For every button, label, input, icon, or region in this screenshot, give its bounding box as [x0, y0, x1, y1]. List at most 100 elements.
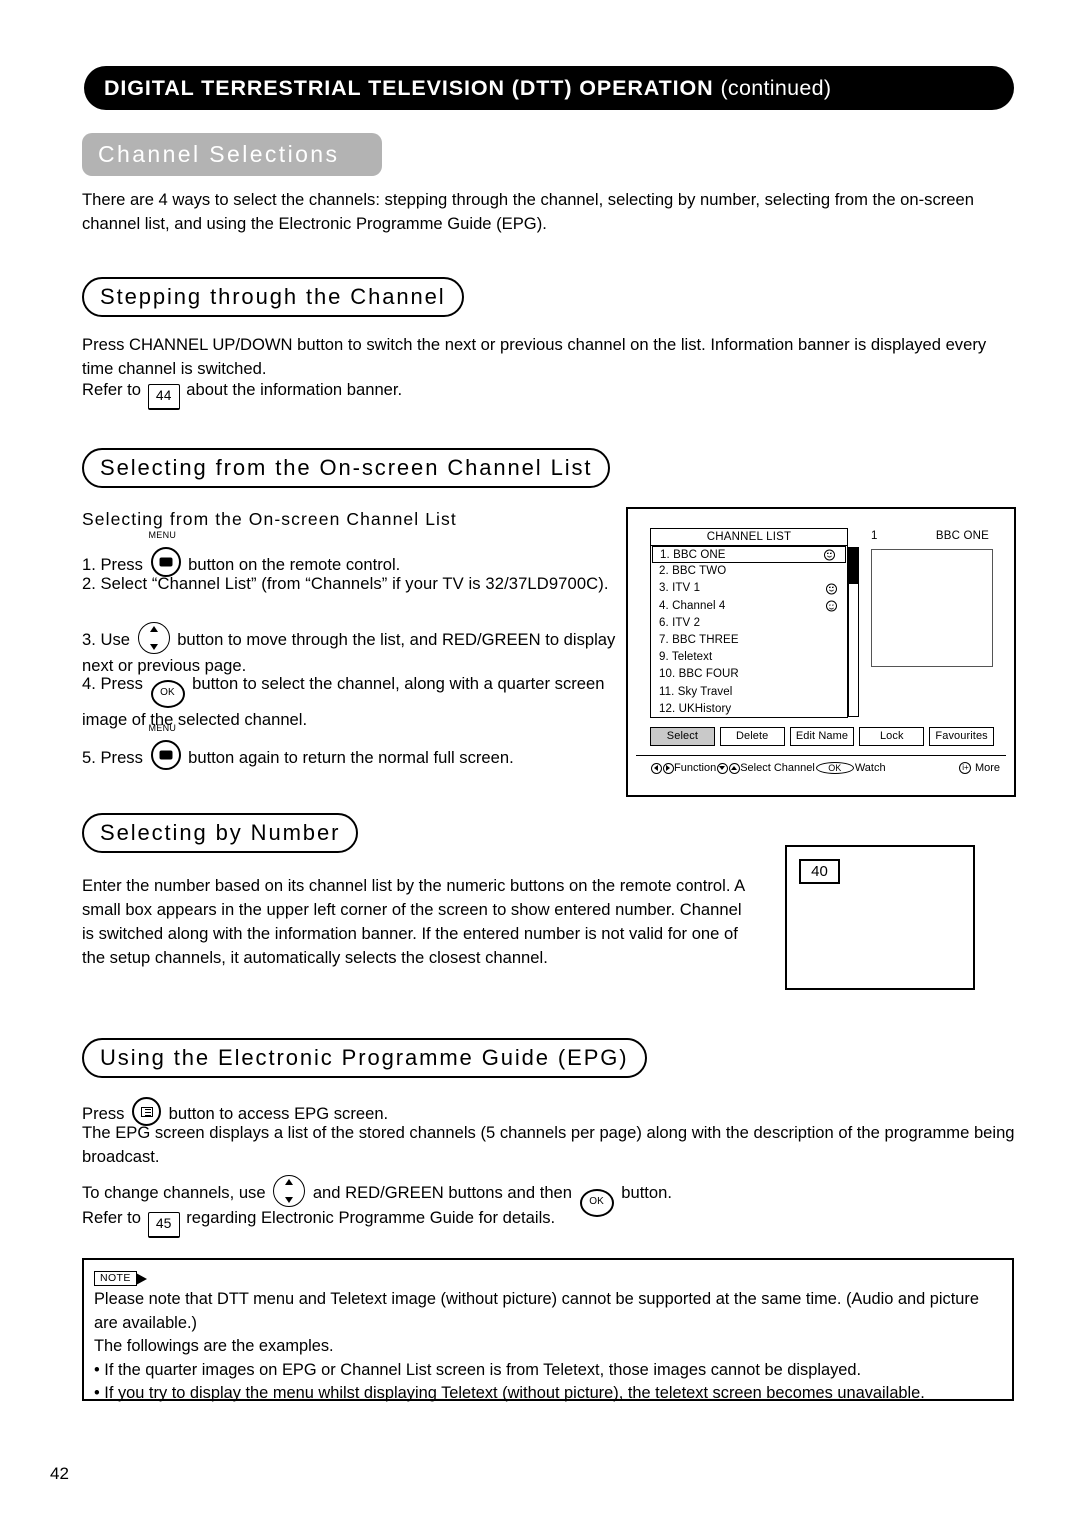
by-number-paragraph: Enter the number based on its channel li…	[82, 876, 745, 967]
number-entry-screen-mock: 40	[785, 845, 975, 990]
epg-line-4-pre: Refer to	[82, 1208, 146, 1227]
onscreen-step-4-pre: Press	[100, 674, 148, 693]
section-heading-by-number-label: Selecting by Number	[100, 820, 341, 845]
section-heading-epg-label: Using the Electronic Programme Guide (EP…	[100, 1045, 629, 1070]
onscreen-subheading: Selecting from the On-screen Channel Lis…	[82, 509, 457, 529]
legend-select-channel-label: Select Channel	[740, 762, 815, 774]
legend-more-label: More	[974, 762, 1000, 774]
arrow-down-icon	[716, 762, 728, 774]
legend-function-label: Function	[674, 762, 717, 774]
note-line-2: The followings are the examples.	[94, 1337, 334, 1355]
channel-list-scrollbar-thumb[interactable]	[849, 548, 858, 584]
channel-selections-heading-label: Channel Selections	[98, 141, 340, 167]
lock-button[interactable]: Lock	[859, 727, 925, 746]
channel-list-item[interactable]: 1. BBC ONE	[652, 546, 846, 564]
note-bullet-1: • If the quarter images on EPG or Channe…	[94, 1360, 862, 1379]
epg-line-4-post: regarding Electronic Programme Guide for…	[181, 1208, 556, 1227]
page-header-title-tail: (continued)	[720, 75, 832, 100]
channel-list-item-label: 11. Sky Travel	[659, 685, 733, 698]
ok-button-icon: OK	[150, 680, 185, 708]
arrow-up-icon	[728, 762, 740, 774]
page-header-title: DIGITAL TERRESTRIAL TELEVISION (DTT) OPE…	[104, 76, 831, 101]
section-heading-epg: Using the Electronic Programme Guide (EP…	[82, 1038, 647, 1078]
note-tag: NOTE	[94, 1271, 137, 1286]
smiley-icon	[826, 583, 837, 595]
edit-name-button[interactable]: Edit Name	[789, 727, 855, 746]
epg-line-3-pre: To change channels, use	[82, 1183, 271, 1202]
channel-list-item-label: 9. Teletext	[659, 651, 713, 664]
page-reference-icon: 44	[147, 384, 180, 410]
onscreen-step-3-pre: Use	[100, 630, 135, 649]
dpad-button-icon	[273, 1175, 306, 1207]
section-heading-onscreen-label: Selecting from the On-screen Channel Lis…	[100, 455, 593, 480]
section-heading-stepping: Stepping through the Channel	[82, 277, 464, 317]
legend-watch-label: Watch	[854, 762, 886, 774]
manual-page: DIGITAL TERRESTRIAL TELEVISION (DTT) OPE…	[0, 0, 1080, 1528]
select-button[interactable]: Select	[650, 727, 715, 746]
onscreen-step-2: 2. Select “Channel List” (from “Channels…	[82, 572, 627, 596]
channel-list-item-label: 12. UKHistory	[659, 702, 732, 715]
onscreen-step-5: 5. Press MENU button again to return the…	[82, 724, 642, 770]
entered-number-badge: 40	[799, 859, 840, 884]
onscreen-step-3-number: 3.	[82, 630, 96, 649]
info-plus-icon: i+	[959, 762, 972, 774]
favourites-button[interactable]: Favourites	[929, 727, 994, 746]
legend-divider	[636, 755, 1006, 756]
ok-oval-icon: OK	[815, 762, 854, 774]
onscreen-step-3: 3. Use button to move through the list, …	[82, 622, 627, 678]
channel-list-title: CHANNEL LIST	[650, 528, 848, 546]
legend-watch-group: OK Watch	[815, 759, 886, 777]
channel-list-legend: Function Select Channel OK Watch i+ More	[650, 759, 1000, 777]
legend-function-group: Function	[650, 759, 716, 777]
channel-list-item[interactable]: 7. BBC THREE	[651, 632, 847, 649]
channel-list-item[interactable]: 11. Sky Travel	[651, 684, 847, 701]
section-heading-stepping-label: Stepping through the Channel	[100, 284, 446, 309]
intro-paragraph: There are 4 ways to select the channels:…	[82, 190, 974, 233]
onscreen-step-5-number: 5.	[82, 748, 96, 767]
epg-line-3-mid: and RED/GREEN buttons and then	[308, 1183, 577, 1202]
onscreen-step-5-pre: Press	[100, 748, 148, 767]
arrow-right-icon	[662, 762, 674, 774]
note-line-1: Please note that DTT menu and Teletext i…	[94, 1290, 979, 1332]
menu-icon-caption-5: MENU	[148, 723, 177, 733]
stepping-refer-line: Refer to 44 about the information banner…	[82, 378, 682, 410]
channel-list-item-label: 3. ITV 1	[659, 582, 701, 595]
channel-list-scrollbar[interactable]	[848, 547, 859, 717]
onscreen-step-4-number: 4.	[82, 674, 96, 693]
smiley-icon	[824, 549, 835, 561]
epg-line-3-post: button.	[616, 1183, 672, 1202]
channel-list-item[interactable]: 6. ITV 2	[651, 615, 847, 632]
page-number: 42	[50, 1464, 69, 1483]
onscreen-step-2-number: 2.	[82, 574, 96, 593]
legend-select-channel-group: Select Channel	[716, 759, 815, 777]
menu-icon-caption-1: MENU	[148, 530, 177, 540]
channel-list-item[interactable]: 9. Teletext	[651, 649, 847, 666]
onscreen-step-5-post: button again to return the normal full s…	[183, 748, 514, 767]
channel-list-item[interactable]: 4. Channel 4	[651, 598, 847, 615]
section-heading-onscreen: Selecting from the On-screen Channel Lis…	[82, 448, 611, 488]
channel-list-item[interactable]: 2. BBC TWO	[651, 563, 847, 580]
stepping-paragraph: Press CHANNEL UP/DOWN button to switch t…	[82, 335, 987, 378]
channel-list-item[interactable]: 10. BBC FOUR	[651, 666, 847, 683]
section-heading-by-number: Selecting by Number	[82, 813, 359, 853]
channel-list-item[interactable]: 3. ITV 1	[651, 580, 847, 597]
channel-list-action-buttons: Select Delete Edit Name Lock Favourites	[650, 727, 994, 746]
channel-list-item[interactable]: 12. UKHistory	[651, 701, 847, 718]
arrow-left-icon	[650, 762, 662, 774]
stepping-refer-prefix: Refer to	[82, 380, 146, 399]
note-box: NOTE Please note that DTT menu and Telet…	[82, 1258, 1014, 1402]
onscreen-step-2-text: Select “Channel List” (from “Channels” i…	[100, 574, 609, 593]
quarter-screen-preview	[871, 549, 993, 667]
channel-list-item-label: 2. BBC TWO	[659, 565, 727, 578]
current-channel-number: 1	[871, 530, 878, 542]
note-bullet-2: • If you try to display the menu whilst …	[94, 1384, 925, 1402]
channel-list-item-label: 7. BBC THREE	[659, 633, 739, 646]
delete-button[interactable]: Delete	[719, 727, 785, 746]
page-reference-icon: 45	[147, 1212, 180, 1238]
channel-list-item-label: 4. Channel 4	[659, 599, 726, 612]
channel-list-screen-mock: CHANNEL LIST 1. BBC ONE 2. BBC TWO 3. IT…	[626, 507, 1016, 797]
epg-line-2: The EPG screen displays a list of the st…	[82, 1123, 1015, 1166]
channel-selections-heading: Channel Selections	[82, 133, 382, 176]
page-header-title-main: DIGITAL TERRESTRIAL TELEVISION (DTT) OPE…	[104, 75, 721, 100]
stepping-refer-suffix: about the information banner.	[181, 380, 403, 399]
